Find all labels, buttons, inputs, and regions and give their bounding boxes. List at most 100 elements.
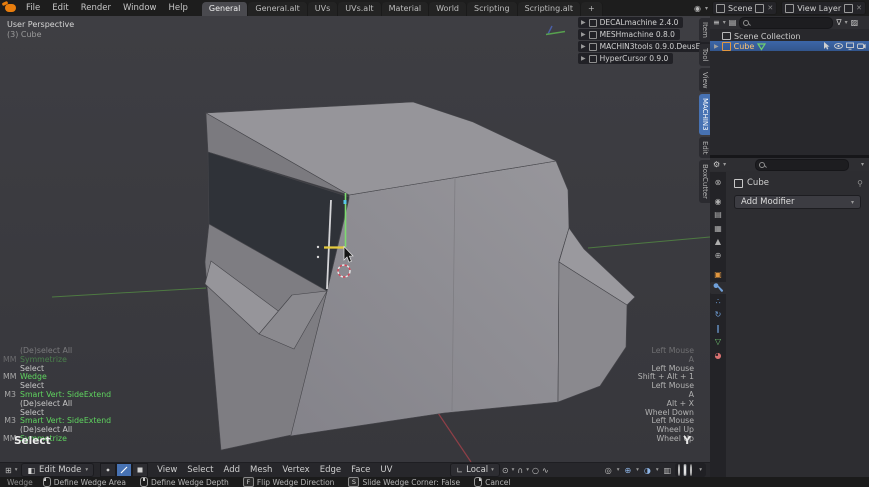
selectable-icon[interactable]	[823, 42, 831, 50]
solid-shading-button[interactable]	[683, 464, 688, 476]
edge-select-button[interactable]	[116, 463, 133, 477]
filter-funnel-icon[interactable]: ∇	[836, 18, 841, 27]
view-layer-selector[interactable]: View Layer ✕	[781, 1, 866, 15]
sidebar-tab[interactable]: Edit	[699, 136, 710, 159]
addon-icon[interactable]	[588, 54, 597, 63]
expand-arrow-icon[interactable]: ▶	[581, 31, 586, 38]
viewport-menu-item[interactable]: UV	[375, 463, 397, 478]
outliner-search-input[interactable]	[739, 16, 834, 29]
expand-arrow-icon[interactable]: ▶	[581, 55, 586, 62]
chevron-down-icon[interactable]: ▾	[723, 19, 726, 26]
breadcrumb-object-name[interactable]: Cube	[747, 178, 769, 188]
proportional-editing-icon[interactable]: ○	[531, 466, 540, 475]
tab-scene[interactable]: ▲	[711, 236, 725, 248]
snap-magnet-icon[interactable]: ∩	[516, 466, 524, 475]
sidebar-tab[interactable]: View	[699, 67, 710, 93]
tab-output[interactable]: ▤	[711, 209, 725, 221]
cube-mesh[interactable]	[204, 101, 636, 451]
new-scene-icon[interactable]	[755, 3, 765, 13]
remove-view-layer-icon[interactable]: ✕	[856, 4, 862, 12]
addon-icon[interactable]	[588, 42, 597, 51]
mode-selector[interactable]: ◧ Edit Mode ▾	[21, 463, 95, 477]
pivot-point-icon[interactable]: ⊙	[501, 466, 510, 475]
viewport-menu-item[interactable]: Add	[219, 463, 245, 478]
vertex-dot[interactable]	[316, 245, 320, 249]
workspace-tab[interactable]: World	[429, 2, 467, 16]
3d-viewport[interactable]: User Perspective (3) Cube ▶ DECALmachine…	[0, 16, 710, 462]
vertex-select-button[interactable]	[100, 463, 117, 477]
chevron-down-icon[interactable]: ▾	[14, 467, 19, 473]
addon-panel-header[interactable]: ▶ HyperCursor 0.9.0	[578, 53, 674, 64]
viewport-menu-item[interactable]: Mesh	[245, 463, 277, 478]
tab-physics[interactable]: ↻	[711, 309, 725, 321]
workspace-tab[interactable]: General	[201, 2, 249, 16]
scene-selector[interactable]: Scene ✕	[712, 1, 778, 15]
properties-options-icon[interactable]: ▾	[861, 161, 864, 168]
tab-tool[interactable]: ⊗	[711, 176, 725, 188]
viewport-menu-item[interactable]: Face	[346, 463, 375, 478]
chevron-down-icon[interactable]: ▾	[655, 467, 660, 473]
chevron-down-icon[interactable]: ▾	[616, 467, 621, 473]
expand-arrow-icon[interactable]: ▶	[581, 43, 586, 50]
tab-material[interactable]: ◕	[711, 349, 725, 361]
expand-arrow-icon[interactable]: ▶	[581, 19, 586, 26]
topbar-menu-item[interactable]: Edit	[46, 0, 74, 16]
addon-icon[interactable]	[588, 30, 597, 39]
overlays-toggle-icon[interactable]: ◑	[643, 466, 652, 475]
topbar-menu-item[interactable]: Window	[117, 0, 163, 16]
hide-eye-icon[interactable]	[834, 42, 843, 50]
sidebar-tab[interactable]: Item	[699, 18, 710, 42]
viewport-menu-item[interactable]: Vertex	[277, 463, 314, 478]
tab-world[interactable]: ⊕	[711, 249, 725, 261]
chevron-down-icon[interactable]: ▾	[845, 19, 848, 26]
vertex-dot[interactable]	[316, 255, 320, 259]
addon-panel-header[interactable]: ▶ DECALmachine 2.4.0	[578, 17, 684, 28]
pin-icon[interactable]: ⚲	[857, 179, 863, 188]
chevron-down-icon[interactable]: ▾	[511, 467, 516, 473]
disable-render-camera-icon[interactable]	[857, 42, 866, 50]
tab-render[interactable]: ◉	[711, 195, 725, 207]
topbar-menu-item[interactable]: File	[20, 0, 46, 16]
workspace-tab[interactable]: Scripting	[467, 2, 518, 16]
chevron-down-icon[interactable]: ▾	[723, 161, 726, 168]
topbar-menu-item[interactable]: Help	[162, 0, 193, 16]
falloff-curve-icon[interactable]: ∿	[541, 466, 550, 475]
wireframe-shading-button[interactable]	[678, 464, 681, 476]
outliner-display-mode-icon[interactable]: ≡	[713, 18, 720, 27]
transform-orientation[interactable]: ∟ Local ▾	[450, 463, 500, 477]
addon-panel-header[interactable]: ▶ MACHIN3tools 0.9.0.DeusEx	[578, 41, 710, 52]
chevron-down-icon[interactable]: ▾	[635, 467, 640, 473]
workspace-tab[interactable]: Scripting.alt	[517, 2, 581, 16]
workspace-tab[interactable]: UVs	[307, 2, 339, 16]
viewport-menu-item[interactable]: Edge	[315, 463, 346, 478]
tab-particles[interactable]: ∴	[711, 295, 725, 307]
material-shading-button[interactable]	[690, 464, 693, 476]
workspace-tab[interactable]: +	[580, 2, 603, 16]
tab-modifiers[interactable]	[710, 281, 726, 294]
add-modifier-button[interactable]: Add Modifier ▾	[734, 195, 861, 209]
expand-arrow-icon[interactable]: ▶	[714, 43, 719, 50]
addon-icon[interactable]	[588, 18, 597, 27]
sidebar-tab[interactable]: MACHIN3	[699, 94, 710, 135]
show-object-types-icon[interactable]: ◎	[604, 466, 613, 475]
sidebar-tab[interactable]: BoxCutter	[699, 160, 710, 204]
viewport-menu-item[interactable]: View	[152, 463, 182, 478]
blender-logo-icon[interactable]	[5, 4, 16, 12]
workspace-tab[interactable]: UVs.alt	[338, 2, 382, 16]
properties-editor-icon[interactable]: ⚙	[713, 160, 720, 169]
unlink-scene-icon[interactable]: ✕	[767, 4, 773, 12]
workspace-tab[interactable]: Material	[381, 2, 430, 16]
sidebar-tab[interactable]: Tool	[699, 43, 710, 66]
tab-object[interactable]: ▣	[711, 268, 725, 280]
new-view-layer-icon[interactable]	[844, 3, 854, 13]
xray-toggle-icon[interactable]: ▥	[663, 466, 673, 475]
editor-type-icon[interactable]: ⊞	[4, 466, 13, 475]
properties-search-input[interactable]	[755, 158, 850, 171]
tab-view-layer[interactable]: ▦	[711, 222, 725, 234]
disable-viewport-icon[interactable]	[846, 42, 854, 50]
face-select-button[interactable]	[132, 463, 149, 477]
chevron-down-icon[interactable]: ▾	[525, 467, 530, 473]
viewport-menu-item[interactable]: Select	[182, 463, 218, 478]
filter-collection-icon[interactable]: ▤	[729, 18, 737, 27]
addon-panel-header[interactable]: ▶ MESHmachine 0.8.0	[578, 29, 680, 40]
